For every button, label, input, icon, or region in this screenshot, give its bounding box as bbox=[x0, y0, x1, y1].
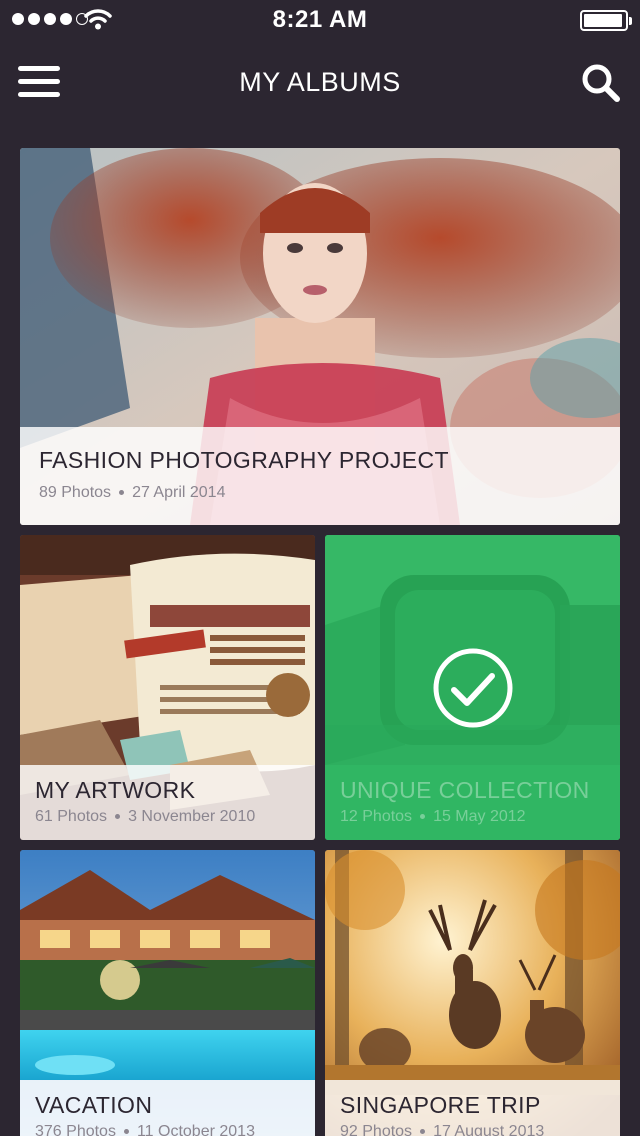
album-meta: 61 Photos 3 November 2010 bbox=[35, 808, 300, 826]
separator-dot bbox=[119, 490, 125, 496]
album-card-fashion-photography-project[interactable]: FASHION PHOTOGRAPHY PROJECT 89 Photos 27 … bbox=[20, 148, 620, 525]
album-title: VACATION bbox=[35, 1092, 153, 1118]
album-date: 11 October 2013 bbox=[136, 1123, 255, 1136]
album-photo-count: 12 Photos bbox=[340, 808, 413, 825]
album-date: 27 April 2014 bbox=[132, 484, 226, 501]
album-caption: VACATION 376 Photos 11 October 2013 bbox=[20, 1080, 315, 1136]
status-bar: 8:21 AM bbox=[0, 0, 640, 40]
separator-dot bbox=[115, 814, 121, 820]
album-meta: 12 Photos 15 May 2012 bbox=[340, 808, 605, 826]
album-meta: 92 Photos 17 August 2013 bbox=[340, 1123, 605, 1136]
album-photo-count: 61 Photos bbox=[35, 808, 108, 825]
nav-bar: MY ALBUMS bbox=[0, 40, 640, 128]
page-title: MY ALBUMS bbox=[239, 67, 401, 97]
album-date: 3 November 2010 bbox=[128, 808, 256, 825]
album-title: FASHION PHOTOGRAPHY PROJECT bbox=[39, 447, 449, 473]
album-date: 15 May 2012 bbox=[433, 808, 526, 825]
separator-dot bbox=[123, 1129, 129, 1135]
album-caption: SINGAPORE TRIP 92 Photos 17 August 2013 bbox=[325, 1080, 620, 1136]
album-card-singapore-trip[interactable]: SINGAPORE TRIP 92 Photos 17 August 2013 bbox=[325, 850, 620, 1136]
selected-check-icon bbox=[433, 648, 513, 728]
album-title: MY ARTWORK bbox=[35, 777, 196, 803]
album-caption: UNIQUE COLLECTION 12 Photos 15 May 2012 bbox=[325, 765, 620, 840]
separator-dot bbox=[420, 814, 426, 820]
album-card-unique-collection[interactable]: UNIQUE COLLECTION 12 Photos 15 May 2012 bbox=[325, 535, 620, 840]
battery-icon bbox=[580, 10, 632, 31]
album-photo-count: 376 Photos bbox=[35, 1123, 116, 1136]
search-icon[interactable] bbox=[580, 62, 622, 104]
album-title: UNIQUE COLLECTION bbox=[340, 777, 590, 803]
album-caption: FASHION PHOTOGRAPHY PROJECT 89 Photos 27 … bbox=[20, 427, 620, 525]
separator-dot bbox=[420, 1129, 426, 1135]
album-title: SINGAPORE TRIP bbox=[340, 1092, 541, 1118]
album-caption: MY ARTWORK 61 Photos 3 November 2010 bbox=[20, 765, 315, 840]
status-time: 8:21 AM bbox=[272, 6, 368, 33]
album-photo-count: 89 Photos bbox=[39, 484, 112, 501]
album-meta: 376 Photos 11 October 2013 bbox=[35, 1123, 300, 1136]
album-photo-count: 92 Photos bbox=[340, 1123, 413, 1136]
album-meta: 89 Photos 27 April 2014 bbox=[39, 484, 601, 502]
album-card-my-artwork[interactable]: MY ARTWORK 61 Photos 3 November 2010 bbox=[20, 535, 315, 840]
album-date: 17 August 2013 bbox=[433, 1123, 545, 1136]
app-screen: 8:21 AM MY ALBUMS FASHION PHOTOGRAPHY PR… bbox=[0, 0, 640, 1136]
album-card-vacation[interactable]: VACATION 376 Photos 11 October 2013 bbox=[20, 850, 315, 1136]
